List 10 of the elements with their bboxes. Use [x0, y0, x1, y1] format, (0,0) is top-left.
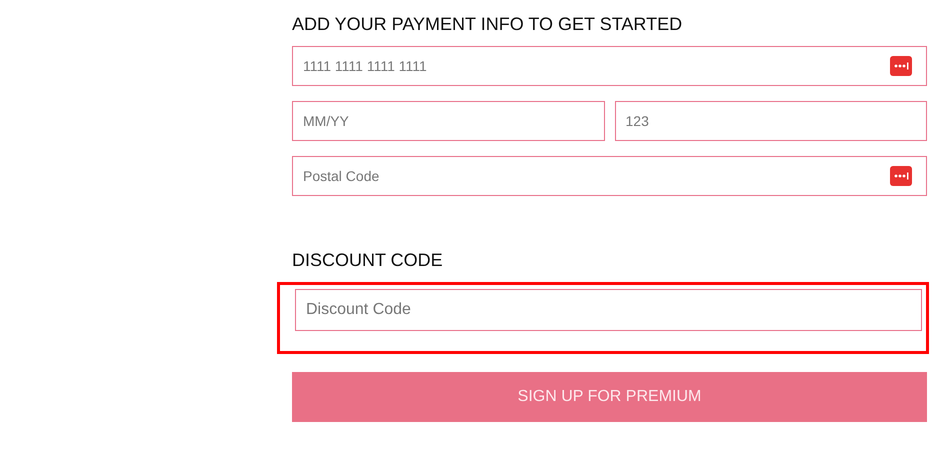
- input-field[interactable]: 1111 1111 1111 1111: [292, 46, 927, 86]
- sign-up-button[interactable]: SIGN UP FOR PREMIUM: [292, 372, 927, 422]
- input-field[interactable]: Postal Code: [292, 156, 927, 196]
- input-field[interactable]: MM/YY: [292, 101, 604, 141]
- section-heading: ADD YOUR PAYMENT INFO TO GET STARTED: [292, 13, 684, 36]
- password-manager-icon[interactable]: [890, 166, 912, 186]
- input-field[interactable]: 123: [614, 101, 927, 141]
- section-heading: DISCOUNT CODE: [292, 249, 444, 272]
- discount-code-field[interactable]: Discount Code: [295, 289, 922, 331]
- password-manager-icon[interactable]: [890, 56, 912, 76]
